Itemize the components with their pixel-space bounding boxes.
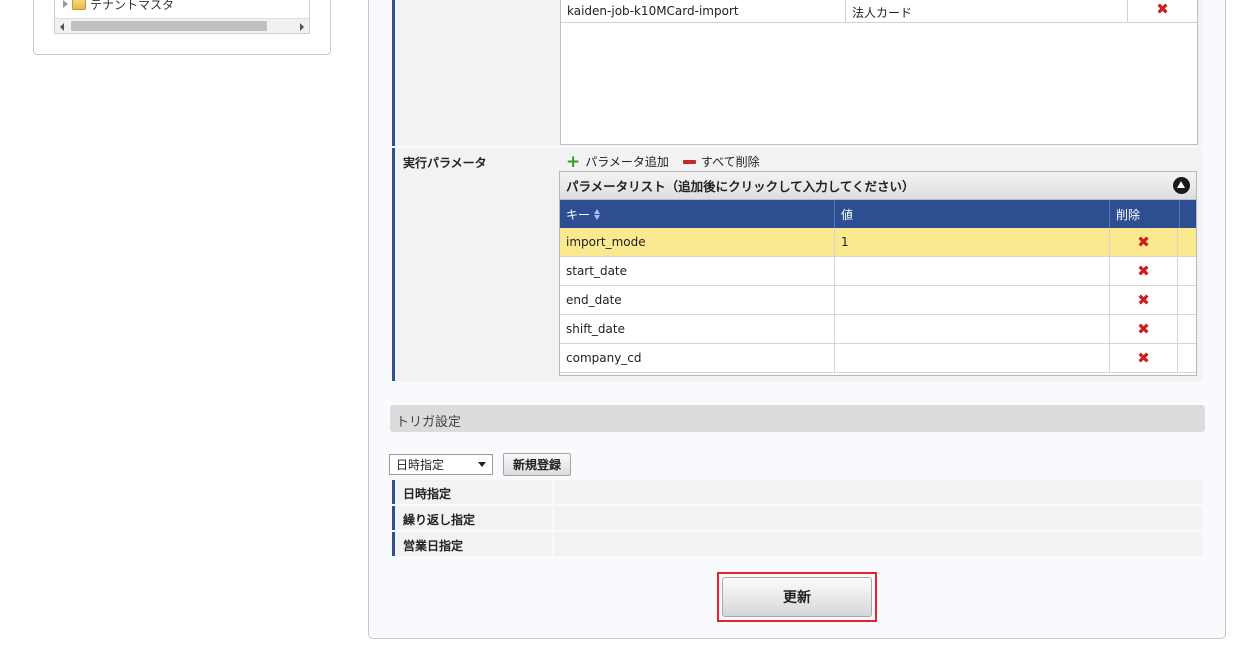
tree-view: テナントマスタ xyxy=(54,0,310,34)
delete-icon[interactable]: ✖ xyxy=(1137,321,1150,337)
trigger-row-label: 営業日指定 xyxy=(392,532,552,556)
delete-all-label: すべて削除 xyxy=(700,155,760,169)
chevron-down-icon xyxy=(478,462,486,467)
job-list-table: kaiden-job-k10MCard-import 法人カード ✖ xyxy=(560,0,1198,145)
trigger-row-label: 繰り返し指定 xyxy=(392,506,552,530)
scroll-right-icon[interactable] xyxy=(300,23,304,31)
param-key-cell[interactable]: start_date xyxy=(560,257,835,285)
param-key-cell[interactable]: end_date xyxy=(560,286,835,314)
tree-panel: テナントマスタ xyxy=(33,0,331,55)
delete-icon[interactable]: ✖ xyxy=(1156,2,1169,17)
scrollbar-thumb[interactable] xyxy=(71,21,267,31)
column-header-delete: 削除 xyxy=(1110,200,1180,228)
delete-icon[interactable]: ✖ xyxy=(1137,292,1150,308)
trigger-row-repeat: 繰り返し指定 xyxy=(392,506,1202,530)
collapse-icon[interactable] xyxy=(1173,177,1190,194)
trigger-type-select[interactable]: 日時指定 xyxy=(389,454,493,475)
trigger-row-value xyxy=(554,506,1202,530)
column-value-label: 値 xyxy=(841,207,854,222)
table-row[interactable]: company_cd ✖ xyxy=(560,344,1196,373)
trigger-row-value xyxy=(554,532,1202,556)
add-parameter-button[interactable]: + パラメータ追加 xyxy=(566,153,669,170)
column-header-key[interactable]: キー xyxy=(560,200,835,228)
trigger-controls: 日時指定 新規登録 xyxy=(389,453,572,476)
param-key-cell[interactable]: shift_date xyxy=(560,315,835,343)
minus-icon xyxy=(682,159,696,164)
trigger-row-value xyxy=(554,480,1202,504)
horizontal-scrollbar[interactable] xyxy=(55,18,309,33)
update-button-highlight: 更新 xyxy=(717,572,877,622)
parameter-grid-header: キー 値 削除 xyxy=(560,200,1196,228)
delete-cell: ✖ xyxy=(1110,257,1178,285)
parameter-list-panel: パラメータリスト（追加後にクリックして入力してください） キー 値 削除 imp… xyxy=(559,171,1197,376)
job-list-label xyxy=(392,0,552,146)
column-header-value[interactable]: 値 xyxy=(835,200,1110,228)
param-key-cell[interactable]: company_cd xyxy=(560,344,835,372)
param-value-cell[interactable]: 1 xyxy=(835,228,1110,256)
param-value-cell[interactable] xyxy=(835,257,1110,285)
param-value-cell[interactable] xyxy=(835,315,1110,343)
job-name-cell: 法人カード xyxy=(846,0,1128,22)
main-panel: kaiden-job-k10MCard-import 法人カード ✖ 実行パラメ… xyxy=(368,0,1226,639)
delete-icon[interactable]: ✖ xyxy=(1137,234,1150,250)
param-value-cell[interactable] xyxy=(835,286,1110,314)
table-row[interactable]: kaiden-job-k10MCard-import 法人カード ✖ xyxy=(561,0,1197,23)
table-row[interactable]: end_date ✖ xyxy=(560,286,1196,315)
folder-icon xyxy=(72,0,86,10)
sort-icon[interactable] xyxy=(594,208,601,220)
column-delete-label: 削除 xyxy=(1116,207,1141,222)
table-row[interactable]: import_mode 1 ✖ xyxy=(560,228,1196,257)
tree-item-label: テナントマスタ xyxy=(90,0,175,12)
header-filler xyxy=(1180,200,1196,228)
tree-expand-icon[interactable] xyxy=(63,0,68,8)
scroll-left-icon[interactable] xyxy=(60,23,64,31)
exec-params-label: 実行パラメータ xyxy=(392,148,552,381)
trigger-section-title: トリガ設定 xyxy=(390,405,1205,432)
delete-cell: ✖ xyxy=(1110,315,1178,343)
delete-icon[interactable]: ✖ xyxy=(1137,263,1150,279)
param-key-cell[interactable]: import_mode xyxy=(560,228,835,256)
new-register-button[interactable]: 新規登録 xyxy=(503,453,572,476)
param-value-cell[interactable] xyxy=(835,344,1110,372)
delete-cell: ✖ xyxy=(1110,228,1178,256)
delete-all-button[interactable]: すべて削除 xyxy=(682,153,760,170)
column-key-label: キー xyxy=(566,207,591,222)
delete-icon[interactable]: ✖ xyxy=(1137,350,1150,366)
add-parameter-label: パラメータ追加 xyxy=(585,155,669,169)
delete-cell: ✖ xyxy=(1128,0,1197,22)
table-row[interactable]: start_date ✖ xyxy=(560,257,1196,286)
param-actions: + パラメータ追加 すべて削除 xyxy=(566,153,760,170)
delete-cell: ✖ xyxy=(1110,344,1178,372)
table-row[interactable]: shift_date ✖ xyxy=(560,315,1196,344)
parameter-list-title: パラメータリスト（追加後にクリックして入力してください） xyxy=(566,179,915,194)
update-button[interactable]: 更新 xyxy=(722,577,872,617)
job-id-cell: kaiden-job-k10MCard-import xyxy=(561,0,846,22)
delete-cell: ✖ xyxy=(1110,286,1178,314)
trigger-row-label: 日時指定 xyxy=(392,480,552,504)
plus-icon: + xyxy=(566,151,581,172)
parameter-list-header: パラメータリスト（追加後にクリックして入力してください） xyxy=(560,172,1196,200)
trigger-row-business-day: 営業日指定 xyxy=(392,532,1202,556)
trigger-row-datetime: 日時指定 xyxy=(392,480,1202,504)
tree-item-tenant-master[interactable]: テナントマスタ xyxy=(63,0,174,12)
trigger-type-value: 日時指定 xyxy=(396,458,445,472)
